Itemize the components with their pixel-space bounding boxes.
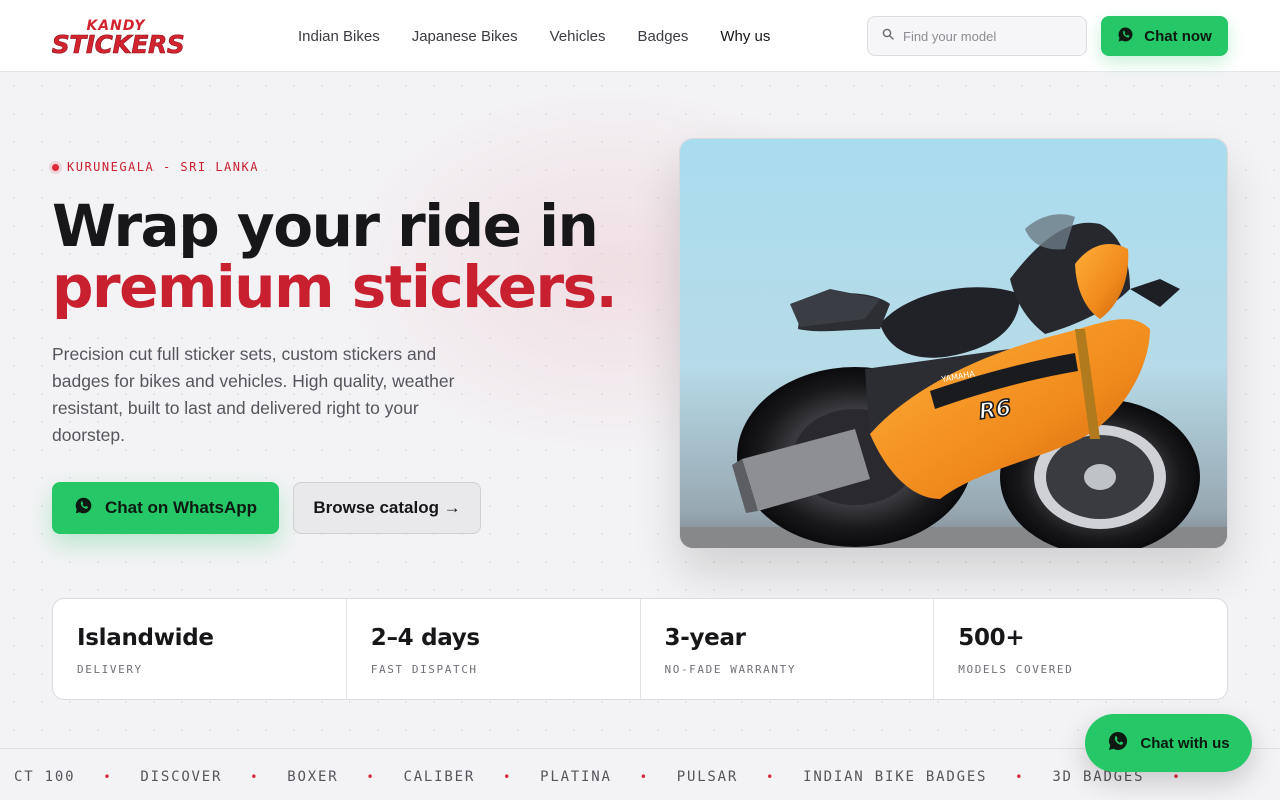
stat-dispatch: 2–4 days FAST DISPATCH [347, 599, 641, 699]
nav-badges[interactable]: Badges [638, 28, 689, 45]
hero-title: Wrap your ride in premium stickers. [52, 196, 652, 318]
stat-label: FAST DISPATCH [370, 663, 478, 676]
floating-chat-button[interactable]: Chat with us [1085, 714, 1252, 772]
hero-title-line1: Wrap your ride in [52, 192, 599, 260]
nav-indian-bikes[interactable]: Indian Bikes [298, 28, 380, 45]
location-text: KURUNEGALA - SRI LANKA [67, 160, 259, 174]
stat-value: 500+ [958, 625, 1025, 651]
dot-separator-icon: • [366, 770, 376, 784]
logo-main-text: STICKERS [52, 30, 184, 56]
svg-text:R6: R6 [977, 396, 1012, 425]
location-dot-icon [52, 163, 59, 171]
chat-with-us-label: Chat with us [1140, 734, 1230, 752]
dot-separator-icon: • [1172, 770, 1182, 784]
chat-on-whatsapp-button[interactable]: Chat on WhatsApp [52, 482, 279, 534]
stat-label: DELIVERY [77, 663, 143, 676]
stat-label: NO-FADE WARRANTY [664, 663, 797, 676]
dot-separator-icon: • [1015, 770, 1025, 784]
nav-vehicles[interactable]: Vehicles [550, 28, 606, 45]
marquee-item[interactable]: BOXER [287, 769, 338, 785]
stat-value: 2–4 days [370, 625, 480, 651]
whatsapp-icon [1117, 26, 1134, 47]
brand-logo[interactable]: KANDY STICKERS [52, 16, 192, 56]
search-icon [882, 27, 894, 45]
marquee-item[interactable]: CT 100 [14, 769, 75, 785]
dot-separator-icon: • [250, 770, 260, 784]
chat-now-button[interactable]: Chat now [1101, 16, 1228, 56]
stats-bar: Islandwide DELIVERY 2–4 days FAST DISPAT… [52, 598, 1228, 700]
marquee-track: CT 100 • DISCOVER • BOXER • CALIBER • PL… [14, 769, 1209, 785]
main-nav: Indian Bikes Japanese Bikes Vehicles Bad… [298, 0, 770, 72]
stat-label: MODELS COVERED [958, 663, 1074, 676]
dot-separator-icon: • [639, 770, 649, 784]
search-input[interactable] [903, 28, 1073, 44]
marquee-item[interactable]: DISCOVER [140, 769, 222, 785]
chat-on-whatsapp-label: Chat on WhatsApp [104, 498, 258, 517]
dot-separator-icon: • [103, 770, 113, 784]
marquee-item[interactable]: PLATINA [540, 769, 612, 785]
stat-value: Islandwide [77, 625, 214, 651]
stat-models: 500+ MODELS COVERED [934, 599, 1227, 699]
marquee-item[interactable]: CALIBER [403, 769, 475, 785]
chat-now-label: Chat now [1144, 27, 1212, 45]
marquee-item[interactable]: PULSAR [677, 769, 738, 785]
dot-separator-icon: • [503, 770, 513, 784]
browse-catalog-button[interactable]: Browse catalog → [293, 482, 481, 534]
hero-description: Precision cut full sticker sets, custom … [52, 344, 455, 445]
marquee-item[interactable]: INDIAN BIKE BADGES [803, 769, 987, 785]
whatsapp-icon [74, 496, 93, 520]
hero-title-line2: premium stickers. [52, 253, 618, 321]
hero-motorcycle-image: YAMAHA R6 [679, 138, 1228, 549]
nav-why-us[interactable]: Why us [720, 28, 770, 45]
site-header: KANDY STICKERS Indian Bikes Japanese Bik… [0, 0, 1280, 72]
nav-japanese-bikes[interactable]: Japanese Bikes [412, 28, 518, 45]
stat-warranty: 3-year NO-FADE WARRANTY [641, 599, 935, 699]
browse-catalog-label: Browse catalog → [313, 498, 461, 517]
search-box[interactable] [867, 16, 1087, 56]
stat-delivery: Islandwide DELIVERY [53, 599, 347, 699]
stat-value: 3-year [664, 625, 747, 651]
dot-separator-icon: • [766, 770, 776, 784]
location-eyebrow: KURUNEGALA - SRI LANKA [52, 160, 259, 174]
whatsapp-icon [1107, 730, 1129, 756]
